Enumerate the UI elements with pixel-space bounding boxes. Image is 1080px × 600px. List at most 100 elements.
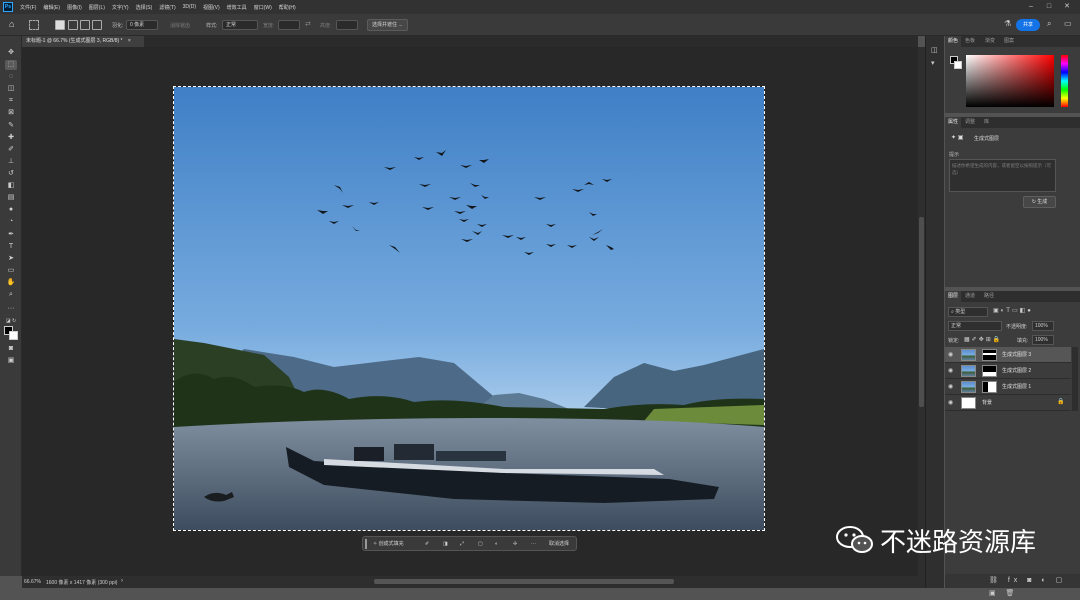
tab-libraries[interactable]: 库 <box>981 117 992 128</box>
path-select-icon[interactable]: ➤ <box>5 254 17 264</box>
select-and-mask-button[interactable]: 选择并遮住 ... <box>367 19 408 31</box>
layers-footer-icons[interactable]: ⛓ fx ◙ ◐ ▢ ▣ 🗑 <box>945 574 1080 597</box>
zoom-tool-icon[interactable]: ⌕ <box>5 290 17 300</box>
workspace-icon[interactable]: ▭ <box>1064 19 1072 28</box>
taskbar-drag-handle[interactable] <box>365 539 367 549</box>
crop-tool-icon[interactable]: ⌗ <box>5 96 17 106</box>
modify-selection-icon[interactable]: ✐ <box>425 539 429 549</box>
visibility-eye-icon[interactable]: ◉ <box>948 383 956 391</box>
antialias-checkbox[interactable]: 消除锯齿 <box>170 22 190 29</box>
document-tab[interactable]: 未标题-1 @ 66.7% (生成式图层 3, RGB/8) * × <box>22 36 144 47</box>
adjustment-icon[interactable]: ◐ <box>495 539 498 549</box>
layer-row[interactable]: ◉ 生成式图层 1 <box>945 379 1071 395</box>
close-tab-icon[interactable]: × <box>128 38 131 44</box>
layers-scrollbar[interactable] <box>1072 347 1078 411</box>
marquee-tool-preset-icon[interactable] <box>29 20 39 30</box>
menu-layer[interactable]: 图层(L) <box>89 4 105 11</box>
brush-tool-icon[interactable]: ✐ <box>5 145 17 155</box>
eraser-icon[interactable]: ◧ <box>5 181 17 191</box>
scrollbar-thumb[interactable] <box>919 217 924 407</box>
menu-file[interactable]: 文件(F) <box>20 4 36 11</box>
hand-tool-icon[interactable]: ✋ <box>5 278 17 288</box>
generate-button[interactable]: ↻ 生成 <box>1023 196 1056 208</box>
generative-fill-button[interactable]: ✧ 创成式填充 <box>373 539 404 549</box>
menu-select[interactable]: 选择(S) <box>136 4 153 11</box>
comments-panel-icon[interactable]: ▾ <box>931 59 935 67</box>
healing-brush-icon[interactable]: ✚ <box>5 133 17 143</box>
search-icon[interactable]: ⌕ <box>1047 19 1051 29</box>
history-panel-icon[interactable]: ◫ <box>931 46 938 54</box>
transform-icon[interactable]: ⤢ <box>460 539 464 549</box>
fill-input[interactable]: 100% <box>1032 335 1054 345</box>
menu-view[interactable]: 视图(V) <box>203 4 220 11</box>
hue-slider[interactable] <box>1061 55 1068 107</box>
gradient-icon[interactable]: ▤ <box>5 193 17 203</box>
home-icon[interactable]: ⌂ <box>9 19 14 29</box>
horizontal-scrollbar-thumb[interactable] <box>374 579 674 584</box>
feather-input[interactable]: 0 像素 <box>126 20 158 30</box>
swap-icon[interactable]: ⇄ <box>305 20 311 28</box>
clone-stamp-icon[interactable]: ⊥ <box>5 157 17 167</box>
document-canvas-image[interactable] <box>173 86 765 531</box>
frame-tool-icon[interactable]: ⊠ <box>5 108 17 118</box>
crop-icon[interactable]: ▢ <box>478 539 483 549</box>
tab-channels[interactable]: 通道 <box>962 291 978 302</box>
style-select[interactable]: 正常 <box>222 20 258 30</box>
tab-swatches[interactable]: 色板 <box>962 36 978 47</box>
quick-mask-icon[interactable]: ◙ <box>5 344 17 354</box>
tab-gradients[interactable]: 渐变 <box>982 36 998 47</box>
rectangle-tool-icon[interactable]: ▭ <box>5 266 17 276</box>
move-tool-icon[interactable]: ✥ <box>5 48 17 58</box>
maximize-icon[interactable]: □ <box>1042 1 1056 13</box>
color-picker-field[interactable] <box>966 55 1054 107</box>
select-subject-icon[interactable]: ◨ <box>443 539 448 549</box>
share-button[interactable]: 共享 <box>1016 19 1040 31</box>
height-input[interactable] <box>336 20 358 30</box>
tab-paths[interactable]: 路径 <box>981 291 997 302</box>
visibility-eye-icon[interactable]: ◉ <box>948 367 956 375</box>
tab-layers[interactable]: 图层 <box>945 291 962 302</box>
history-brush-icon[interactable]: ↺ <box>5 169 17 179</box>
blend-mode-select[interactable]: 正常 <box>948 321 1002 331</box>
status-arrow-icon[interactable]: › <box>121 578 123 584</box>
flask-icon[interactable]: ⚗ <box>1004 19 1011 28</box>
tab-properties[interactable]: 属性 <box>945 117 962 128</box>
tab-color[interactable]: 颜色 <box>945 36 962 47</box>
layer-mask-thumbnail[interactable] <box>982 381 997 393</box>
layer-mask-thumbnail[interactable] <box>982 349 997 361</box>
object-select-icon[interactable]: ◫ <box>5 84 17 94</box>
lasso-tool-icon[interactable]: ◌ <box>5 72 17 82</box>
marquee-tool-icon[interactable]: ⬚ <box>5 60 17 70</box>
menu-help[interactable]: 帮助(H) <box>279 4 296 11</box>
pen-tool-icon[interactable]: ✒ <box>5 230 17 240</box>
background-color-swatch[interactable] <box>9 331 18 340</box>
menu-edit[interactable]: 编辑(E) <box>43 4 60 11</box>
visibility-eye-icon[interactable]: ◉ <box>948 351 956 359</box>
width-input[interactable] <box>278 20 300 30</box>
eyedropper-icon[interactable]: ✎ <box>5 121 17 131</box>
default-colors-icon[interactable]: ◪ ↻ <box>5 316 17 326</box>
dodge-tool-icon[interactable]: ◔ <box>5 217 17 227</box>
color-background-swatch[interactable] <box>954 61 962 69</box>
layer-filter-select[interactable]: ⌕ 类型 <box>948 307 988 317</box>
menu-filter[interactable]: 滤镜(T) <box>159 4 175 11</box>
lock-icons[interactable]: ▦✐✥⊞🔒 <box>964 336 1002 343</box>
more-tools-icon[interactable]: ··· <box>5 304 17 314</box>
menu-3d[interactable]: 3D(D) <box>183 4 196 10</box>
tab-patterns[interactable]: 图案 <box>1001 36 1017 47</box>
vertical-scrollbar[interactable] <box>918 47 925 576</box>
add-to-selection-icon[interactable] <box>68 20 78 30</box>
layer-row[interactable]: ◉ 背景 🔒 <box>945 395 1071 411</box>
subtract-selection-icon[interactable] <box>80 20 90 30</box>
layer-filter-icons[interactable]: ▣◐T▭◧● <box>993 307 1033 314</box>
new-selection-icon[interactable] <box>55 20 65 30</box>
close-window-icon[interactable]: ✕ <box>1060 1 1074 13</box>
layer-row[interactable]: ◉ 生成式图层 2 <box>945 363 1071 379</box>
screen-mode-icon[interactable]: ▣ <box>5 356 17 366</box>
blur-tool-icon[interactable]: ● <box>5 205 17 215</box>
fill-icon[interactable]: ✢ <box>513 539 517 549</box>
visibility-eye-icon[interactable]: ◉ <box>948 399 956 407</box>
menu-plugins[interactable]: 增效工具 <box>227 4 247 11</box>
menu-window[interactable]: 窗口(W) <box>254 4 272 11</box>
opacity-input[interactable]: 100% <box>1032 321 1054 331</box>
